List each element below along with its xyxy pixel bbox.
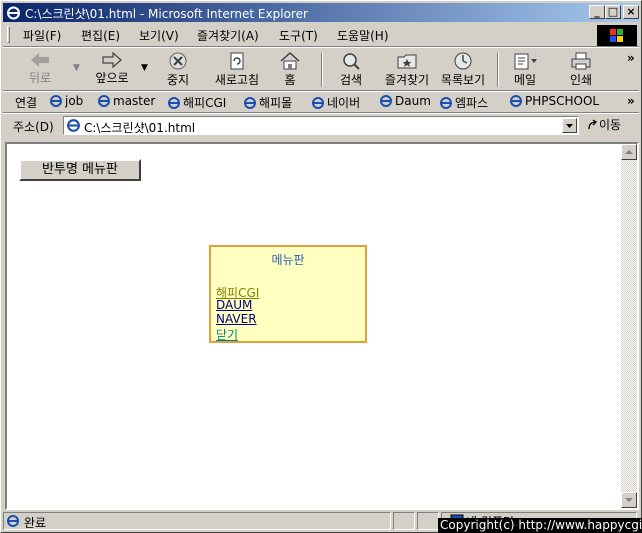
address-dropdown-button[interactable] [562, 118, 577, 133]
menu-bar: 파일(F) 편집(E) 보기(V) 즐겨찾기(A) 도구(T) 도움말(H) [3, 24, 639, 45]
search-button[interactable]: 검색 [333, 49, 369, 91]
ie-page-icon [510, 95, 522, 107]
menu-help[interactable]: 도움말(H) [337, 27, 389, 44]
status-text: 완료 [24, 516, 47, 530]
address-label: 주소(D) [13, 120, 54, 134]
link-master[interactable]: master [97, 94, 155, 108]
forward-arrow-icon [102, 51, 122, 69]
back-button[interactable]: 뒤로 [15, 49, 65, 91]
toolbar-more-icon[interactable]: » [627, 51, 635, 65]
standard-toolbar: 뒤로 ▼ 앞으로 ▼ 중지 새로고침 홈 검색 즐겨찾기 목록보기 메일 인쇄 … [3, 49, 639, 91]
ie-page-icon [98, 95, 110, 107]
maximize-button[interactable]: □ [605, 5, 621, 19]
ie-page-icon [312, 97, 324, 109]
ie-page-icon [168, 97, 180, 109]
link-happycgi[interactable]: 해피CGI [167, 94, 226, 111]
status-pane-main: 완료 [3, 512, 391, 530]
minimize-button[interactable]: _ [589, 5, 605, 19]
favorites-folder-icon [397, 54, 417, 69]
refresh-button[interactable]: 새로고침 [207, 49, 267, 91]
maximize-icon: □ [607, 5, 619, 18]
menu-tools[interactable]: 도구(T) [279, 27, 318, 44]
forward-button[interactable]: 앞으로 [87, 49, 137, 91]
ie-logo-icon [7, 6, 20, 20]
mail-button[interactable]: 메일 [507, 49, 543, 91]
print-button[interactable]: 인쇄 [563, 49, 599, 91]
ie-page-icon [244, 97, 256, 109]
windows-logo [597, 25, 637, 47]
ie-page-icon [380, 95, 392, 107]
address-value: C:\스크린샷\01.html [84, 121, 196, 135]
menubar-grip[interactable] [7, 26, 10, 43]
address-bar: 주소(D) C:\스크린샷\01.html 이동 [3, 115, 639, 137]
vertical-scrollbar[interactable] [621, 144, 637, 508]
scroll-down-icon [625, 498, 633, 502]
forward-dropdown-icon[interactable]: ▼ [141, 63, 148, 73]
home-button[interactable]: 홈 [275, 49, 305, 91]
link-empas[interactable]: 엠파스 [439, 94, 488, 111]
window-title: C:\스크린샷\01.html - Microsoft Internet Exp… [25, 7, 308, 21]
windows-flag-icon [610, 29, 623, 42]
toolbar-separator [321, 53, 323, 87]
link-naver[interactable]: 네이버 [311, 94, 360, 111]
page-viewport: 반투명 메뉴판 메뉴판 해피CGI DAUM NAVER 닫기 [5, 142, 639, 510]
copyright-banner: Copyright(c) http://www.happycgi.com [438, 518, 642, 533]
title-bar[interactable]: C:\스크린샷\01.html - Microsoft Internet Exp… [3, 3, 639, 22]
address-input[interactable]: C:\스크린샷\01.html [63, 116, 579, 135]
history-icon [454, 52, 472, 70]
menu-link-naver[interactable]: NAVER [216, 312, 257, 326]
ie-page-icon [50, 95, 62, 107]
link-phpschool[interactable]: PHPSCHOOL [509, 94, 599, 108]
scroll-up-button[interactable] [621, 144, 637, 160]
menu-file[interactable]: 파일(F) [23, 27, 61, 44]
go-button[interactable]: 이동 [587, 116, 637, 135]
minimize-icon: _ [594, 5, 600, 18]
go-arrow-icon [588, 119, 598, 130]
ie-page-icon [67, 119, 80, 132]
menu-favorites[interactable]: 즐겨찾기(A) [197, 27, 259, 44]
link-daum[interactable]: Daum [379, 94, 431, 108]
favorites-button[interactable]: 즐겨찾기 [381, 49, 433, 91]
menu-panel: 메뉴판 해피CGI DAUM NAVER 닫기 [209, 245, 367, 343]
status-pane-2 [393, 512, 415, 530]
menu-edit[interactable]: 편집(E) [81, 27, 120, 44]
links-more-icon[interactable]: » [627, 94, 635, 108]
ie-page-icon [440, 97, 452, 109]
stop-icon [169, 52, 187, 70]
printer-icon [571, 52, 591, 70]
status-pane-3 [417, 512, 439, 530]
back-dropdown-icon[interactable]: ▼ [73, 63, 80, 73]
scroll-down-button[interactable] [621, 492, 637, 508]
home-icon [280, 51, 300, 70]
menu-panel-title: 메뉴판 [271, 253, 305, 267]
link-job[interactable]: job [49, 94, 83, 108]
translucent-menu-button[interactable]: 반투명 메뉴판 [19, 159, 141, 181]
links-label: 연결 [15, 96, 38, 110]
chevron-down-icon [566, 124, 573, 128]
refresh-icon [230, 52, 244, 70]
back-arrow-icon [31, 53, 49, 67]
toolbar-separator-2 [497, 53, 499, 87]
ie-page-icon [7, 515, 19, 527]
menu-view[interactable]: 보기(V) [139, 27, 179, 44]
close-icon: × [626, 5, 636, 18]
links-bar: 연결 job master 해피CGI 해피몰 네이버 Daum 엠파스 PHP… [3, 92, 639, 112]
menu-link-daum[interactable]: DAUM [216, 298, 252, 312]
menu-link-close[interactable]: 닫기 [216, 326, 238, 343]
mail-icon [514, 53, 537, 70]
browser-window: C:\스크린샷\01.html - Microsoft Internet Exp… [0, 0, 642, 533]
link-happymall[interactable]: 해피몰 [243, 94, 292, 111]
menubar-separator [3, 46, 639, 48]
links-separator [3, 112, 639, 114]
search-icon [343, 53, 360, 70]
stop-button[interactable]: 중지 [157, 49, 199, 91]
close-button[interactable]: × [623, 5, 639, 19]
history-button[interactable]: 목록보기 [437, 49, 489, 91]
scroll-up-icon [625, 150, 633, 154]
